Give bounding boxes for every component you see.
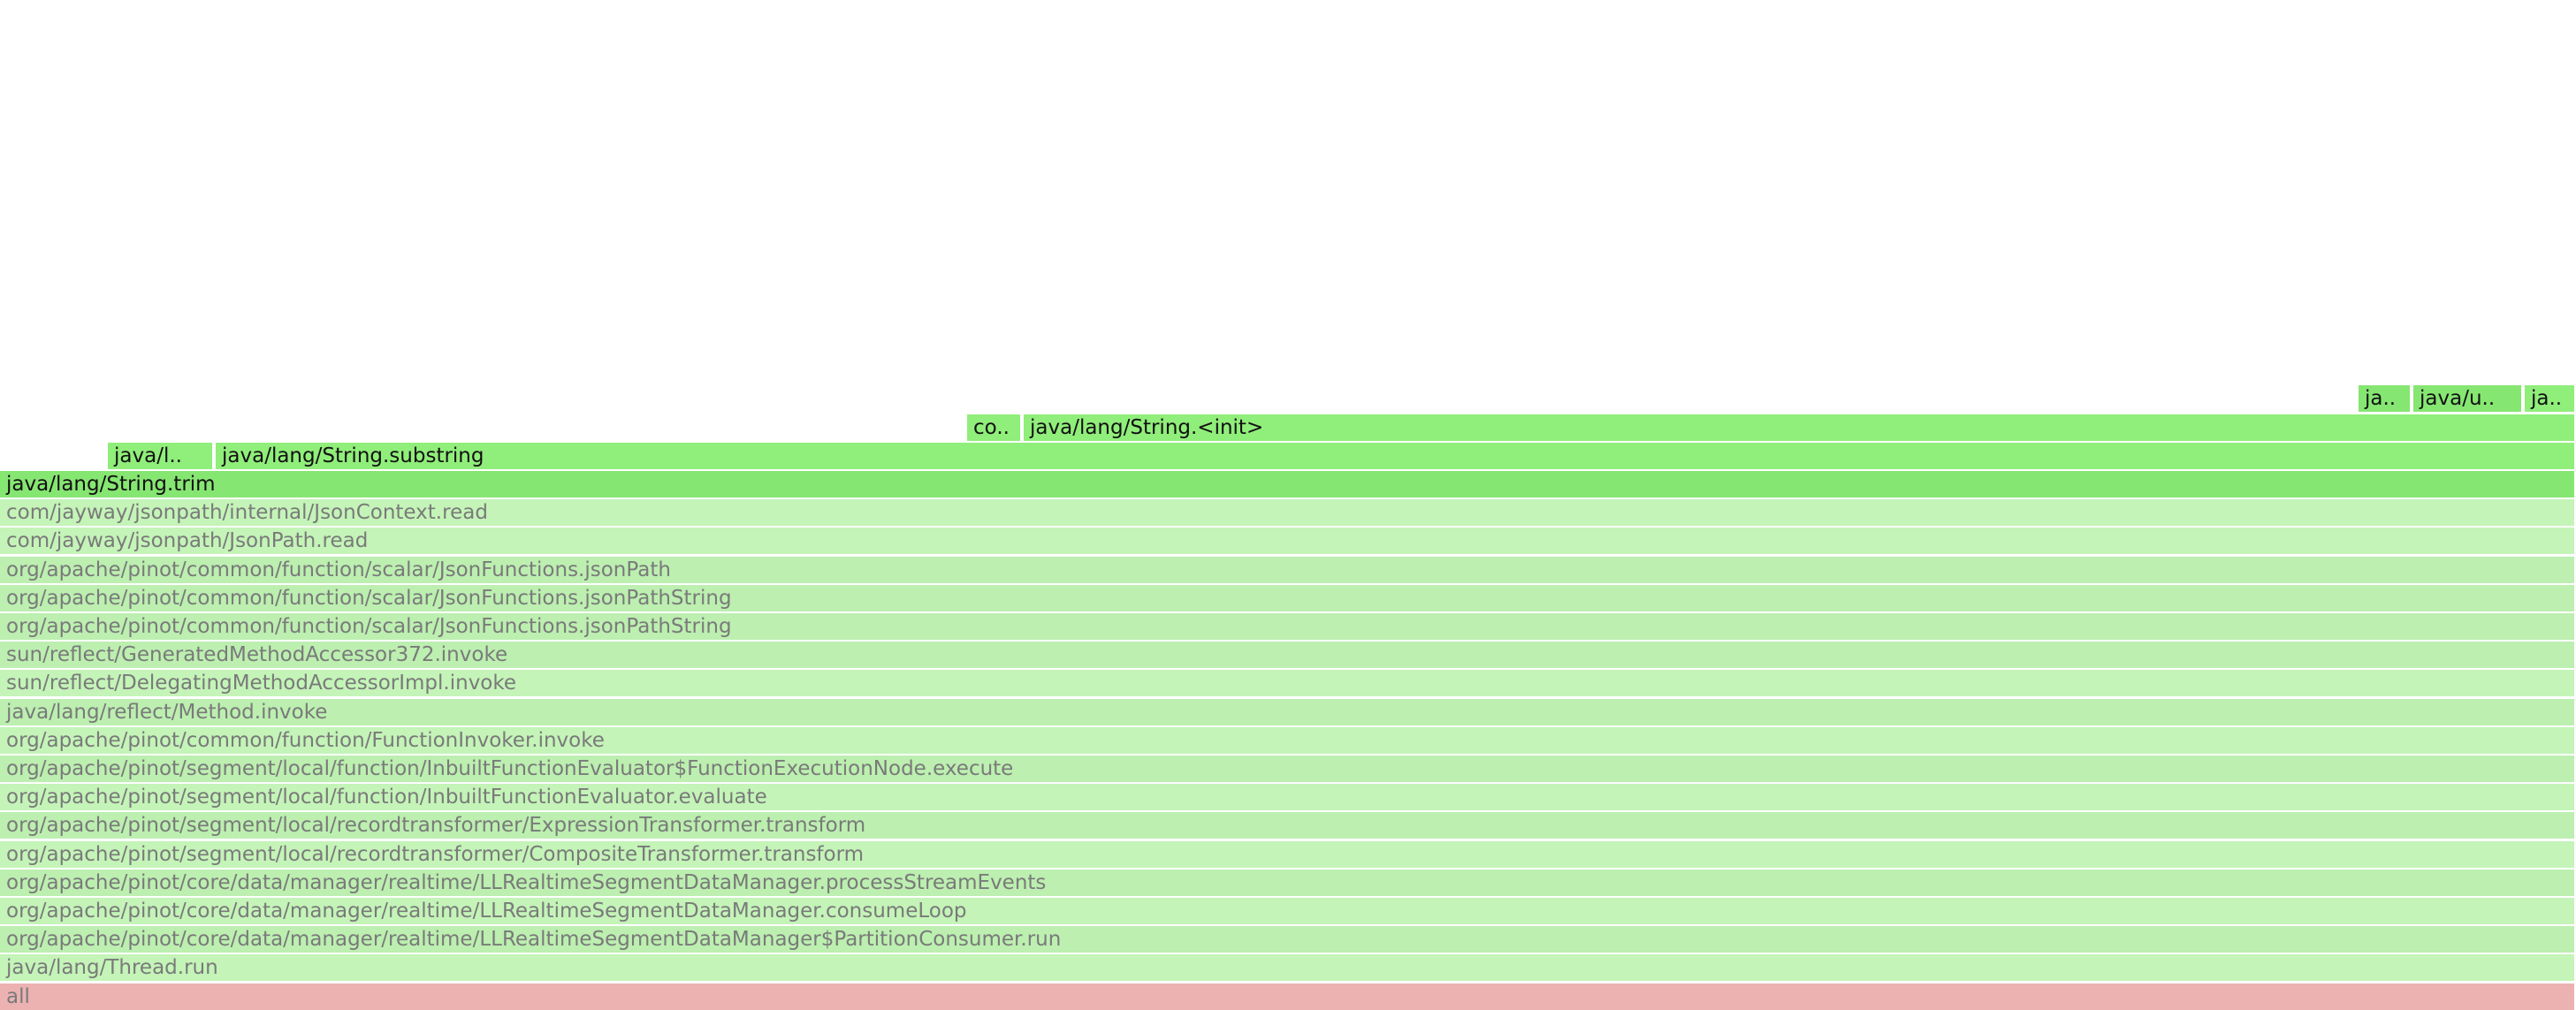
flame-frame[interactable]: java/lang/reflect/Method.invoke bbox=[0, 698, 2574, 725]
flame-frame[interactable]: sun/reflect/GeneratedMethodAccessor372.i… bbox=[0, 642, 2574, 669]
flame-frame[interactable]: java/u.. bbox=[2413, 385, 2521, 413]
flame-frame[interactable]: org/apache/pinot/segment/local/recordtra… bbox=[0, 840, 2574, 868]
flame-frame[interactable]: sun/reflect/DelegatingMethodAccessorImpl… bbox=[0, 670, 2574, 697]
flame-frame[interactable]: org/apache/pinot/common/function/scalar/… bbox=[0, 556, 2574, 583]
flame-frame[interactable]: co.. bbox=[967, 414, 1020, 441]
flame-frame[interactable]: java/lang/String.substring bbox=[216, 442, 2574, 469]
flame-frame[interactable]: org/apache/pinot/common/function/scalar/… bbox=[0, 584, 2574, 611]
flame-frame[interactable]: org/apache/pinot/segment/local/function/… bbox=[0, 784, 2574, 811]
flame-frame[interactable]: java/lang/Thread.run bbox=[0, 954, 2574, 982]
flame-frame[interactable]: ja.. bbox=[2525, 385, 2574, 413]
flame-frame[interactable]: org/apache/pinot/core/data/manager/realt… bbox=[0, 926, 2574, 953]
flame-frame[interactable]: com/jayway/jsonpath/JsonPath.read bbox=[0, 528, 2574, 555]
flame-frame[interactable]: org/apache/pinot/common/function/scalar/… bbox=[0, 612, 2574, 640]
flame-frame[interactable]: java/lang/String.trim bbox=[0, 470, 2574, 497]
flame-frame[interactable]: ja.. bbox=[2359, 385, 2410, 413]
flame-frame[interactable]: com/jayway/jsonpath/internal/JsonContext… bbox=[0, 499, 2574, 527]
flame-graph: all java/lang/Thread.run org/apache/pinot/… bbox=[0, 0, 2576, 1010]
flame-frame[interactable]: org/apache/pinot/segment/local/function/… bbox=[0, 755, 2574, 782]
flame-frame[interactable]: org/apache/pinot/common/function/Functio… bbox=[0, 726, 2574, 754]
flame-frame[interactable]: all bbox=[0, 983, 2574, 1010]
flame-frame[interactable]: org/apache/pinot/core/data/manager/realt… bbox=[0, 869, 2574, 896]
flame-frame[interactable]: java/lang/String.<init> bbox=[1024, 414, 2574, 441]
flame-frame[interactable]: org/apache/pinot/segment/local/recordtra… bbox=[0, 812, 2574, 839]
flame-frame[interactable]: org/apache/pinot/core/data/manager/realt… bbox=[0, 897, 2574, 924]
flame-frame[interactable]: java/l.. bbox=[108, 442, 212, 469]
